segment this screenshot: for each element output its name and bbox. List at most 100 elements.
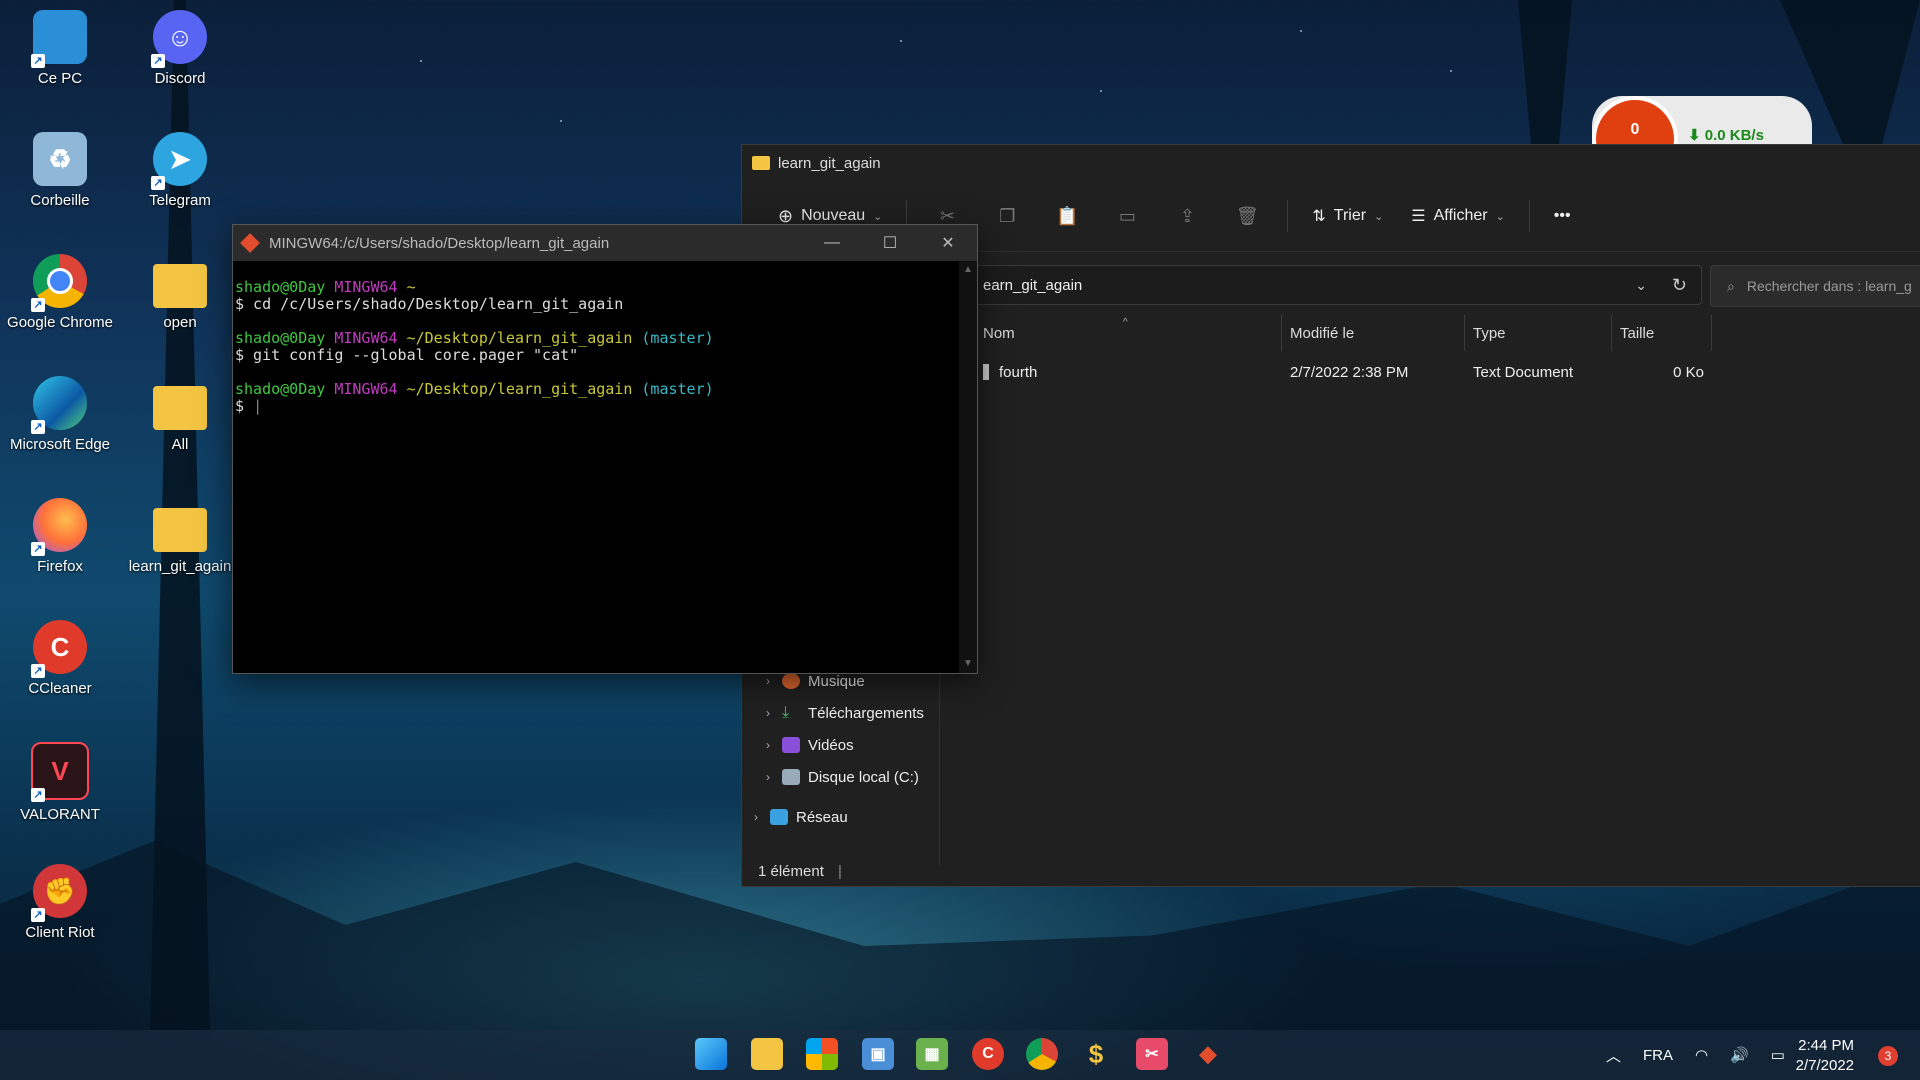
desktop-icon-folder-learn-git-again[interactable]: learn_git_again: [120, 498, 240, 575]
nav-item-disque-local[interactable]: › Disque local (C:): [742, 761, 939, 793]
folder-icon: [752, 156, 770, 170]
file-explorer-taskbar-icon[interactable]: [751, 1038, 783, 1070]
language-indicator[interactable]: FRA: [1643, 1047, 1673, 1064]
edge-icon: ↗: [31, 376, 87, 434]
terminal-titlebar[interactable]: MINGW64:/c/Users/shado/Desktop/learn_git…: [233, 225, 977, 261]
new-button-label: Nouveau: [801, 207, 866, 224]
firefox-icon: ↗: [31, 498, 87, 556]
nav-item-telechargements[interactable]: › ⤓ Téléchargements: [742, 697, 939, 729]
remote-desktop-icon[interactable]: ▣: [862, 1038, 894, 1070]
sort-button[interactable]: ⇅ Trier ⌄: [1298, 196, 1397, 236]
terminal-scrollbar[interactable]: ▲ ▼: [959, 261, 977, 673]
chevron-down-icon: ⌄: [1495, 210, 1505, 223]
shortcut-arrow-icon: ↗: [31, 420, 45, 434]
clock[interactable]: 2:44 PM 2/7/2022: [1796, 1036, 1854, 1076]
desktop-icon-folder-all[interactable]: All: [120, 376, 240, 453]
network-speed-widget[interactable]: 0 ⬇ 0.0 KB/s: [1592, 96, 1812, 182]
download-icon: ⤓: [782, 704, 790, 721]
rename-icon[interactable]: ▭: [1107, 196, 1147, 236]
chevron-right-icon[interactable]: ›: [754, 770, 782, 784]
chevron-right-icon[interactable]: ›: [754, 738, 782, 752]
refresh-icon[interactable]: ↻: [1672, 275, 1687, 296]
sort-button-label: Trier: [1333, 207, 1367, 224]
chevron-up-icon[interactable]: ︿: [1606, 1045, 1621, 1066]
prompt-env: MINGW64: [334, 329, 398, 347]
column-header-name[interactable]: Nom ^: [975, 315, 1282, 351]
command-input-line[interactable]: $: [235, 397, 253, 415]
windows-start-icon[interactable]: [695, 1038, 727, 1070]
snipping-tool-icon[interactable]: ✂: [1136, 1038, 1168, 1070]
clock-time: 2:44 PM: [1798, 1037, 1854, 1054]
folder-icon: [153, 386, 207, 430]
search-input[interactable]: ⌕ Rechercher dans : learn_g: [1710, 265, 1920, 307]
minimize-icon[interactable]: —: [803, 225, 861, 261]
column-header-type[interactable]: Type: [1465, 315, 1612, 351]
chevron-right-icon[interactable]: ›: [742, 810, 770, 824]
chrome-taskbar-icon[interactable]: [1026, 1038, 1058, 1070]
notification-badge[interactable]: 3: [1878, 1046, 1898, 1066]
scroll-down-icon[interactable]: ▼: [959, 655, 977, 673]
ccleaner-taskbar-icon[interactable]: C: [972, 1038, 1004, 1070]
share-icon[interactable]: ⇪: [1167, 196, 1207, 236]
file-row[interactable]: fourth 2/7/2022 2:38 PM Text Document 0 …: [975, 355, 1920, 389]
shortcut-arrow-icon: ↗: [31, 54, 45, 68]
desktop-icon-ccleaner[interactable]: C ↗ CCleaner: [0, 620, 120, 697]
desktop-icon-telegram[interactable]: ➤ ↗ Telegram: [120, 132, 240, 209]
task-manager-icon[interactable]: ▦: [916, 1038, 948, 1070]
microsoft-store-icon[interactable]: [806, 1038, 838, 1070]
terminal-output[interactable]: shado@0Day MINGW64 ~ $ cd /c/Users/shado…: [233, 261, 977, 415]
desktop-icon-label: Client Riot: [25, 924, 95, 941]
nav-item-label: Disque local (C:): [808, 768, 919, 786]
file-modified: 2/7/2022 2:38 PM: [1290, 363, 1409, 381]
view-button[interactable]: ☰ Afficher ⌄: [1397, 196, 1519, 236]
chevron-right-icon[interactable]: ›: [754, 674, 782, 688]
delete-icon[interactable]: 🗑: [1227, 196, 1267, 236]
navigation-pane: › Musique › ⤓ Téléchargements › Vidéos ›…: [742, 665, 939, 833]
chevron-down-icon[interactable]: ⌄: [1635, 277, 1647, 294]
git-bash-terminal-window[interactable]: MINGW64:/c/Users/shado/Desktop/learn_git…: [232, 224, 978, 674]
address-bar[interactable]: earn_git_again ⌄ ↻: [972, 265, 1702, 305]
desktop-icon-label: Corbeille: [30, 192, 90, 209]
column-header-modified[interactable]: Modifié le: [1282, 315, 1465, 351]
desktop-icon-edge[interactable]: ↗ Microsoft Edge: [0, 376, 120, 453]
chevron-down-icon: ⌄: [1374, 210, 1384, 223]
desktop-icon-valorant[interactable]: V ↗ VALORANT: [0, 742, 120, 823]
desktop-icon-firefox[interactable]: ↗ Firefox: [0, 498, 120, 575]
wifi-icon[interactable]: ◠: [1695, 1046, 1708, 1064]
close-icon[interactable]: ✕: [919, 225, 977, 261]
maximize-icon[interactable]: ☐: [861, 225, 919, 261]
dollar-app-icon[interactable]: $: [1080, 1038, 1112, 1070]
desktop-icon-folder-open[interactable]: open: [120, 254, 240, 331]
prompt-user: shado@0Day: [235, 278, 326, 296]
explorer-titlebar[interactable]: learn_git_again: [742, 145, 1920, 181]
explorer-title: learn_git_again: [778, 154, 881, 172]
nav-item-videos[interactable]: › Vidéos: [742, 729, 939, 761]
nav-item-reseau[interactable]: › Réseau: [742, 801, 939, 833]
desktop-icon-discord[interactable]: ☺ ↗ Discord: [120, 10, 240, 87]
folder-icon: [153, 264, 207, 308]
toolbar-divider: [1287, 200, 1289, 232]
prompt-path: ~: [406, 278, 416, 296]
toolbar-divider: [1528, 200, 1530, 232]
file-name: fourth: [975, 355, 1282, 389]
shortcut-arrow-icon: ↗: [31, 788, 45, 802]
desktop-icon-chrome[interactable]: ↗ Google Chrome: [0, 254, 120, 331]
shortcut-arrow-icon: ↗: [31, 298, 45, 312]
volume-icon[interactable]: 🔊: [1730, 1046, 1749, 1064]
git-bash-taskbar-icon[interactable]: ◆: [1192, 1038, 1224, 1070]
battery-icon[interactable]: ▭: [1771, 1046, 1785, 1064]
column-label: Modifié le: [1290, 324, 1355, 342]
desktop-icon-client-riot[interactable]: ✊ ↗ Client Riot: [0, 864, 120, 941]
chrome-icon: ↗: [31, 254, 87, 312]
chevron-right-icon[interactable]: ›: [754, 706, 782, 720]
copy-icon[interactable]: ❐: [987, 196, 1027, 236]
column-header-size[interactable]: Taille: [1612, 315, 1712, 351]
search-icon: ⌕: [1727, 277, 1735, 294]
desktop-icon-ce-pc[interactable]: ↗ Ce PC: [0, 10, 120, 87]
desktop-icon-corbeille[interactable]: ♻ Corbeille: [0, 132, 120, 209]
scroll-up-icon[interactable]: ▲: [959, 261, 977, 279]
shortcut-arrow-icon: ↗: [31, 542, 45, 556]
paste-icon[interactable]: 📋: [1047, 196, 1087, 236]
more-options-button[interactable]: •••: [1540, 196, 1585, 236]
sort-ascending-icon: ^: [1123, 317, 1128, 328]
